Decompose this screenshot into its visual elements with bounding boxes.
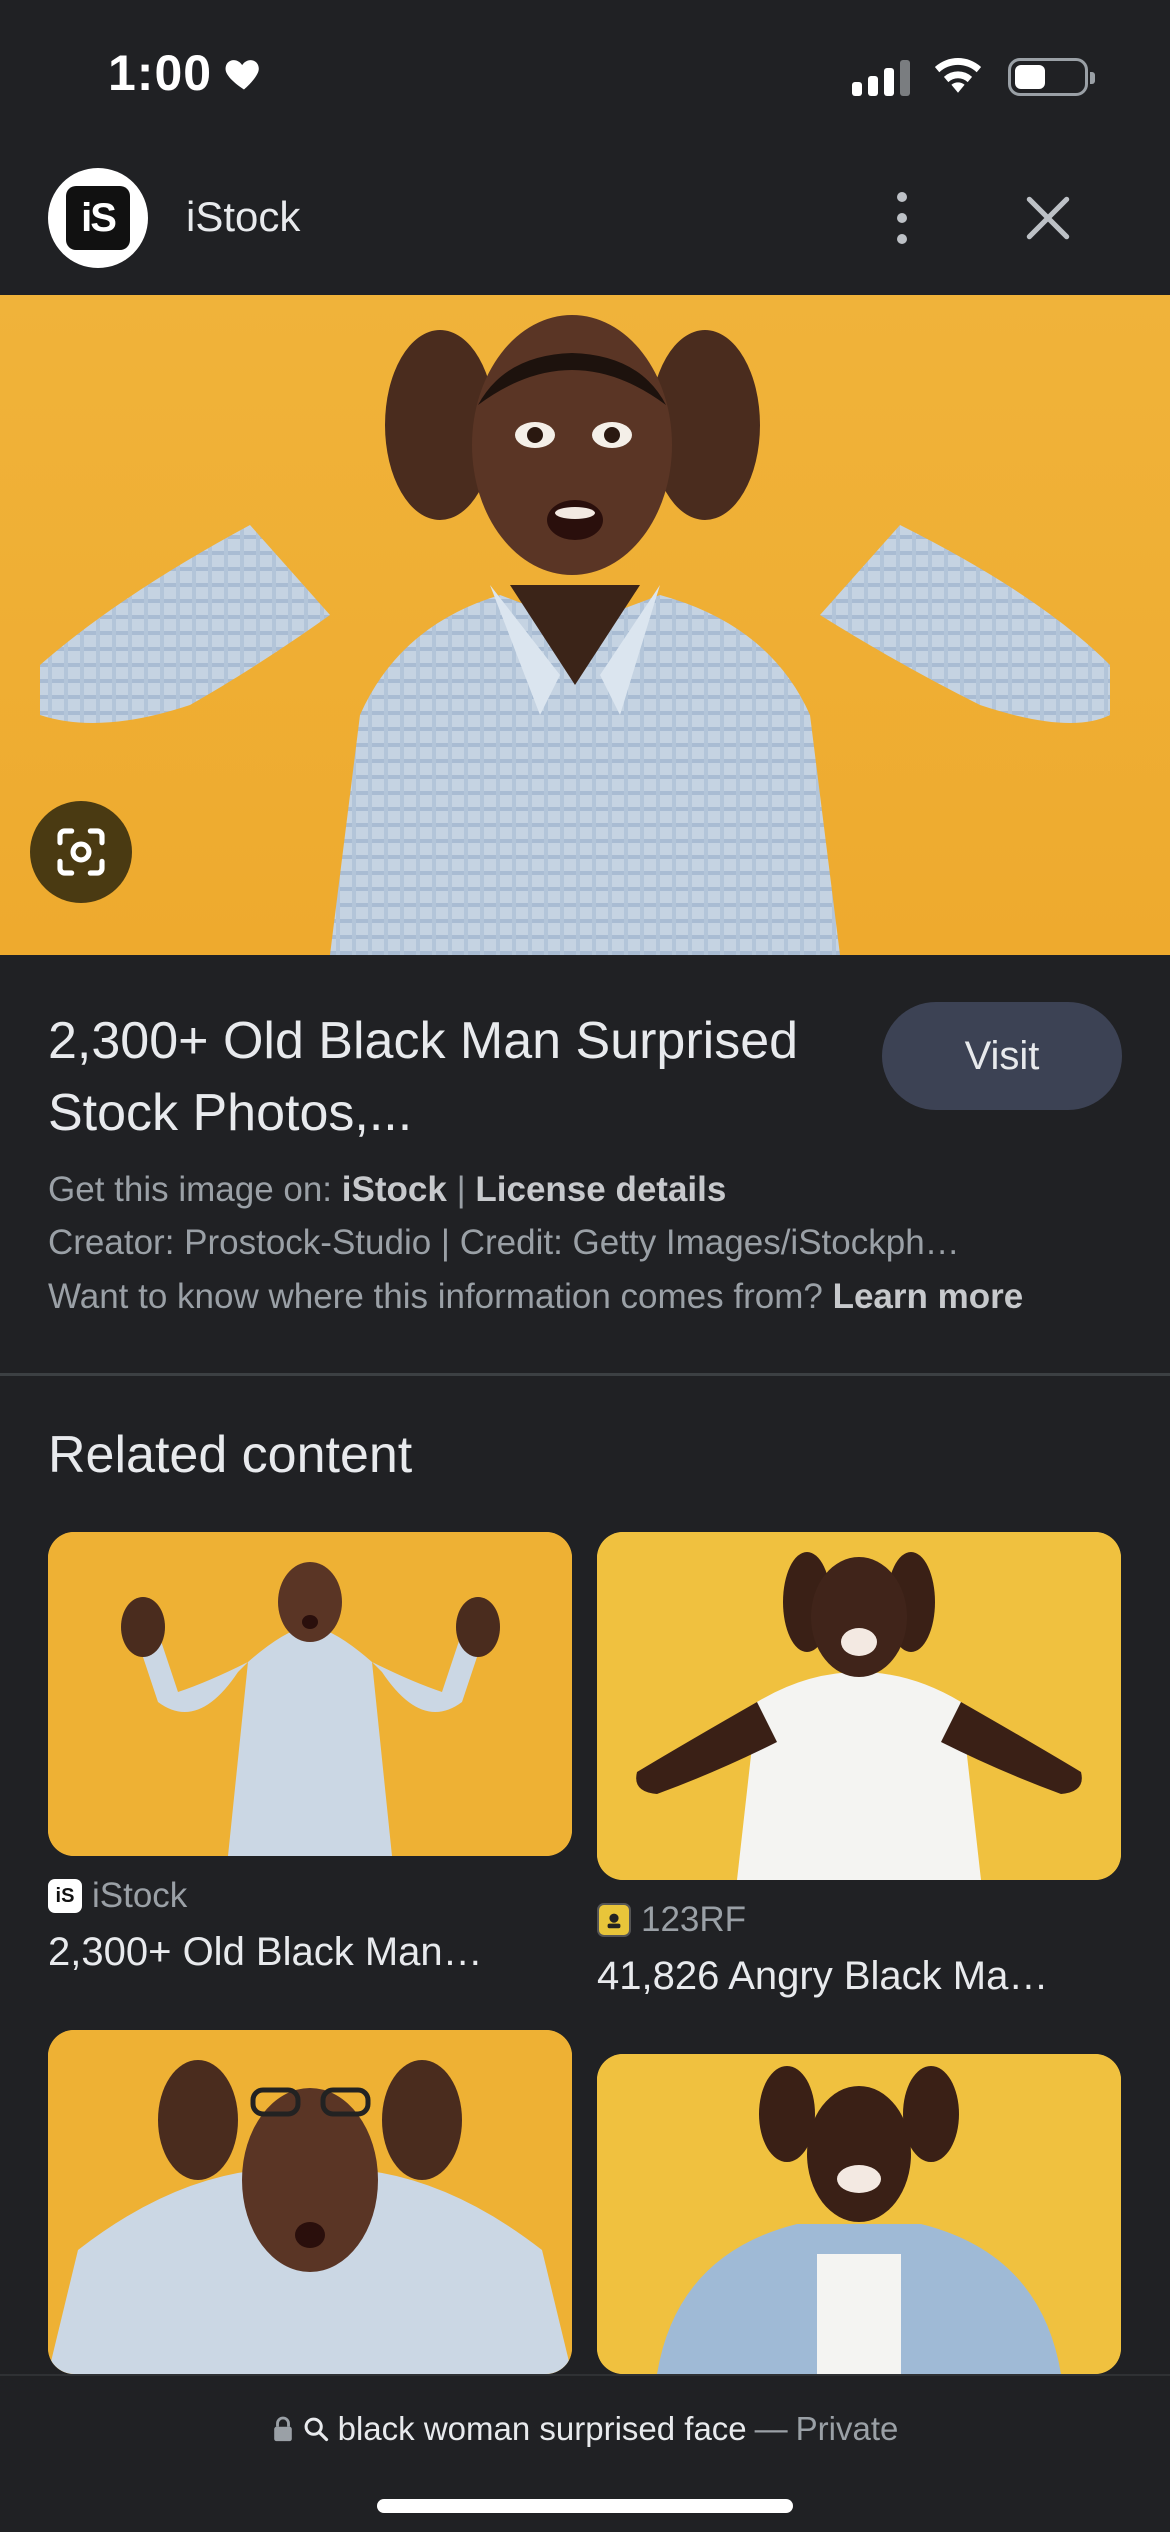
related-source-name: iStock: [92, 1876, 188, 1915]
status-bar: 1:00: [0, 0, 1170, 150]
cellular-signal-icon: [852, 58, 910, 96]
man-with-glasses-photo: [48, 2030, 572, 2374]
related-thumbnail[interactable]: [48, 1532, 572, 1856]
info-question: Want to know where this information come…: [48, 1277, 823, 1316]
battery-icon: [1008, 58, 1095, 96]
home-indicator[interactable]: [377, 2499, 793, 2513]
wifi-icon: [934, 58, 982, 93]
excited-young-man-photo: [597, 2054, 1121, 2374]
section-divider: [0, 1373, 1170, 1376]
related-thumbnail[interactable]: [48, 2030, 572, 2374]
related-source: 123RF: [597, 1900, 1121, 1940]
more-options-icon[interactable]: [880, 186, 924, 250]
learn-more-link[interactable]: Learn more: [833, 1277, 1024, 1316]
result-details: 2,300+ Old Black Man Surprised Stock Pho…: [0, 955, 1170, 1375]
lock-icon: [273, 2416, 292, 2442]
heart-icon: [225, 60, 259, 90]
info-source-line: Want to know where this information come…: [48, 1277, 1023, 1317]
private-mode-label: Private: [795, 2410, 899, 2447]
get-image-line: Get this image on: iStock | License deta…: [48, 1170, 726, 1210]
related-card[interactable]: [48, 2030, 572, 2374]
close-icon[interactable]: [1020, 190, 1076, 246]
result-header: iS iStock: [0, 160, 1170, 295]
source-link[interactable]: iStock: [342, 1170, 447, 1209]
man-hands-up-photo: [48, 1532, 572, 1856]
related-thumbnail[interactable]: [597, 2054, 1121, 2374]
status-time: 1:00: [108, 45, 213, 101]
related-source: iS iStock: [48, 1876, 572, 1916]
site-logo[interactable]: iS: [48, 168, 148, 268]
visit-button[interactable]: Visit: [882, 1002, 1122, 1110]
result-title: 2,300+ Old Black Man Surprised Stock Pho…: [48, 1012, 799, 1142]
related-caption[interactable]: 41,826 Angry Black Ma…: [597, 1954, 1121, 1999]
site-name[interactable]: iStock: [186, 193, 300, 241]
get-image-prefix: Get this image on:: [48, 1170, 333, 1209]
meta-separator: |: [456, 1170, 466, 1209]
istock-logo-icon: iS: [48, 1879, 82, 1913]
related-card[interactable]: iS iStock 2,300+ Old Black Man…: [48, 1532, 572, 1975]
bottom-address-bar[interactable]: black woman surprised face — Private: [0, 2374, 1170, 2532]
related-caption[interactable]: 2,300+ Old Black Man…: [48, 1930, 572, 1975]
battery-level: [1015, 65, 1045, 89]
license-details-link[interactable]: License details: [475, 1170, 726, 1209]
related-card[interactable]: 123RF 41,826 Angry Black Ma…: [597, 1532, 1121, 1999]
angry-man-photo: [597, 1532, 1121, 1880]
creator-credit-line: Creator: Prostock-Studio | Credit: Getty…: [48, 1223, 960, 1262]
lens-icon: [57, 828, 105, 876]
related-content-heading: Related content: [48, 1426, 413, 1484]
site-logo-text: iS: [66, 186, 130, 250]
related-source-name: 123RF: [641, 1900, 747, 1939]
123rf-logo-icon: [597, 1903, 631, 1937]
related-card[interactable]: [597, 2054, 1121, 2374]
search-icon: [304, 2417, 328, 2442]
related-thumbnail[interactable]: [597, 1532, 1121, 1880]
result-image[interactable]: [0, 295, 1170, 955]
search-query-text: black woman surprised face: [337, 2410, 747, 2447]
dash-separator: —: [754, 2410, 788, 2447]
status-time-wrap: 1:00: [108, 44, 266, 102]
lens-search-button[interactable]: [30, 801, 132, 903]
surprised-man-photo: [40, 315, 1110, 955]
search-query-bar[interactable]: black woman surprised face — Private: [0, 2410, 1170, 2448]
